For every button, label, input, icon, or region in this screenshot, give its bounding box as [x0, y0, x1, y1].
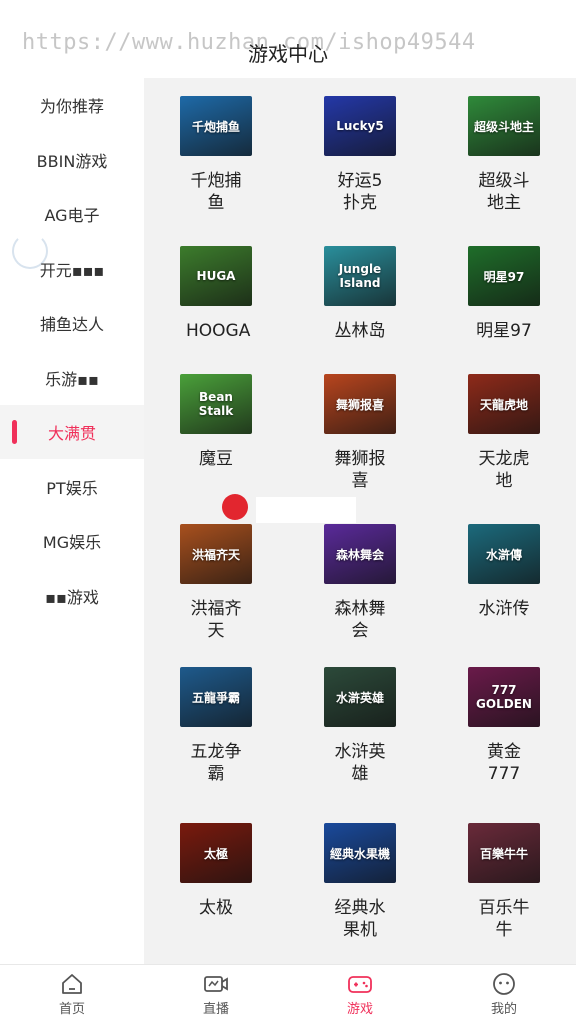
- game-icon: 舞狮报喜: [324, 374, 396, 434]
- sidebar-item-recommended[interactable]: 为你推荐: [0, 78, 144, 132]
- game-tile[interactable]: 天龍虎地 天龙虎地: [444, 374, 564, 492]
- header: https://www.huzhan.com/ishop49544 游戏中心: [0, 0, 576, 78]
- game-icon: Lucky5: [324, 96, 396, 156]
- bottom-tabbar: 首页 直播 游戏 我的: [0, 964, 576, 1024]
- tab-live[interactable]: 直播: [144, 965, 288, 1024]
- game-icon: 777 GOLDEN: [468, 667, 540, 727]
- game-tile[interactable]: 超级斗地主 超级斗地主: [444, 96, 564, 214]
- game-icon: 天龍虎地: [468, 374, 540, 434]
- tab-home[interactable]: 首页: [0, 965, 144, 1024]
- sidebar-item-label: 捕鱼达人: [39, 315, 104, 334]
- overlay-blank: [256, 497, 356, 523]
- game-name: 舞狮报喜: [334, 449, 386, 491]
- game-tile[interactable]: 洪福齐天 洪福齐天: [156, 524, 276, 642]
- game-icon: 水滸傳: [468, 524, 540, 584]
- sidebar-item-leyou[interactable]: 乐游▪▪: [0, 351, 144, 405]
- game-tile[interactable]: Lucky5 好运5扑克: [300, 96, 420, 214]
- game-tile[interactable]: 太極 太极: [156, 823, 276, 919]
- game-icon: HUGA: [180, 246, 252, 306]
- category-sidebar: 为你推荐 BBIN游戏 AG电子 开元▪▪▪ 捕鱼达人 乐游▪▪ 大满贯 PT娱…: [0, 78, 144, 964]
- home-icon: [62, 974, 82, 994]
- tab-label: 直播: [202, 1002, 229, 1017]
- game-name: 好运5扑克: [337, 171, 383, 213]
- game-name: 太极: [199, 898, 233, 918]
- game-name: 超级斗地主: [478, 171, 530, 213]
- game-tile[interactable]: 水滸傳 水浒传: [444, 524, 564, 620]
- game-tile[interactable]: 經典水果機经典水果机: [300, 823, 420, 941]
- game-tile[interactable]: HUGA HOOGA: [156, 246, 276, 342]
- game-tile[interactable]: 明星97 明星97: [444, 246, 564, 342]
- sidebar-item-label: BBIN游戏: [36, 152, 108, 171]
- game-name: 经典水果机: [334, 898, 386, 940]
- game-icon: Bean Stalk: [180, 374, 252, 434]
- game-name: 天龙虎地: [478, 449, 530, 491]
- game-name: 水浒英雄: [334, 742, 386, 784]
- game-icon: 洪福齐天: [180, 524, 252, 584]
- sidebar-item-fishing[interactable]: 捕鱼达人: [0, 296, 144, 350]
- profile-icon: [493, 973, 515, 995]
- game-tile[interactable]: Jungle Island 丛林岛: [300, 246, 420, 342]
- overlay-badge: [222, 494, 248, 520]
- game-icon: Jungle Island: [324, 246, 396, 306]
- game-tile[interactable]: 森林舞会 森林舞会: [300, 524, 420, 642]
- game-icon: 森林舞会: [324, 524, 396, 584]
- game-name: 五龙争霸: [190, 742, 242, 784]
- game-tile[interactable]: 舞狮报喜 舞狮报喜: [300, 374, 420, 492]
- sidebar-item-label: 乐游▪▪: [45, 370, 99, 389]
- game-icon: 五龍爭霸: [180, 667, 252, 727]
- game-name: HOOGA: [186, 321, 251, 341]
- game-icon: 超级斗地主: [468, 96, 540, 156]
- sidebar-item-label: PT娱乐: [46, 479, 98, 498]
- tab-profile[interactable]: 我的: [432, 965, 576, 1024]
- game-tile[interactable]: 777 GOLDEN 黄金777: [444, 667, 564, 785]
- sidebar-item-label: 开元▪▪▪: [39, 261, 105, 280]
- sidebar-item-mg[interactable]: MG娱乐: [0, 514, 144, 568]
- game-name: 明星97: [476, 321, 532, 341]
- game-icon: 水滸英雄: [324, 667, 396, 727]
- game-tile[interactable]: 百樂牛牛 百乐牛牛: [444, 823, 564, 941]
- sidebar-item-label: 为你推荐: [39, 97, 104, 116]
- tab-label: 我的: [490, 1002, 517, 1017]
- game-icon: 百樂牛牛: [468, 823, 540, 883]
- sidebar-item-label: 大满贯: [47, 424, 96, 443]
- game-tile[interactable]: 水滸英雄 水浒英雄: [300, 667, 420, 785]
- game-name: 水浒传: [478, 599, 530, 619]
- tab-label: 游戏: [346, 1002, 373, 1017]
- sidebar-item-label: AG电子: [44, 206, 100, 225]
- sidebar-item-pt[interactable]: PT娱乐: [0, 460, 144, 514]
- sidebar-item-ag[interactable]: AG电子: [0, 187, 144, 241]
- video-camera-icon: [204, 976, 228, 992]
- sidebar-item-label: MG娱乐: [42, 533, 102, 552]
- tab-games[interactable]: 游戏: [288, 965, 432, 1024]
- game-name: 丛林岛: [334, 321, 386, 341]
- game-name: 魔豆: [199, 449, 233, 469]
- game-icon: 千炮捕鱼: [180, 96, 252, 156]
- game-tile[interactable]: 五龍爭霸 五龙争霸: [156, 667, 276, 785]
- game-name: 百乐牛牛: [478, 898, 530, 940]
- game-tile[interactable]: Bean Stalk 魔豆: [156, 374, 276, 470]
- game-name: 千炮捕鱼: [190, 171, 242, 213]
- active-indicator: [12, 420, 17, 444]
- game-icon: 經典水果機: [324, 823, 396, 883]
- tab-label: 首页: [58, 1002, 85, 1017]
- page-title: 游戏中心: [248, 42, 328, 66]
- game-icon: 太極: [180, 823, 252, 883]
- game-name: 洪福齐天: [190, 599, 242, 641]
- sidebar-item-other-games[interactable]: ▪▪游戏: [0, 569, 144, 623]
- sidebar-item-kaiyuan[interactable]: 开元▪▪▪: [0, 242, 144, 296]
- game-icon: 明星97: [468, 246, 540, 306]
- game-tile[interactable]: 千炮捕鱼 千炮捕鱼: [156, 96, 276, 214]
- game-name: 黄金777: [487, 742, 521, 784]
- sidebar-item-label: ▪▪游戏: [45, 588, 99, 607]
- sidebar-item-grand-slam[interactable]: 大满贯: [0, 405, 144, 459]
- sidebar-item-bbin[interactable]: BBIN游戏: [0, 133, 144, 187]
- gamepad-icon: [348, 976, 372, 993]
- game-name: 森林舞会: [334, 599, 386, 641]
- game-grid: 千炮捕鱼 千炮捕鱼 Lucky5 好运5扑克 超级斗地主 超级斗地主 HUGA HOOGA Ju…: [144, 78, 576, 964]
